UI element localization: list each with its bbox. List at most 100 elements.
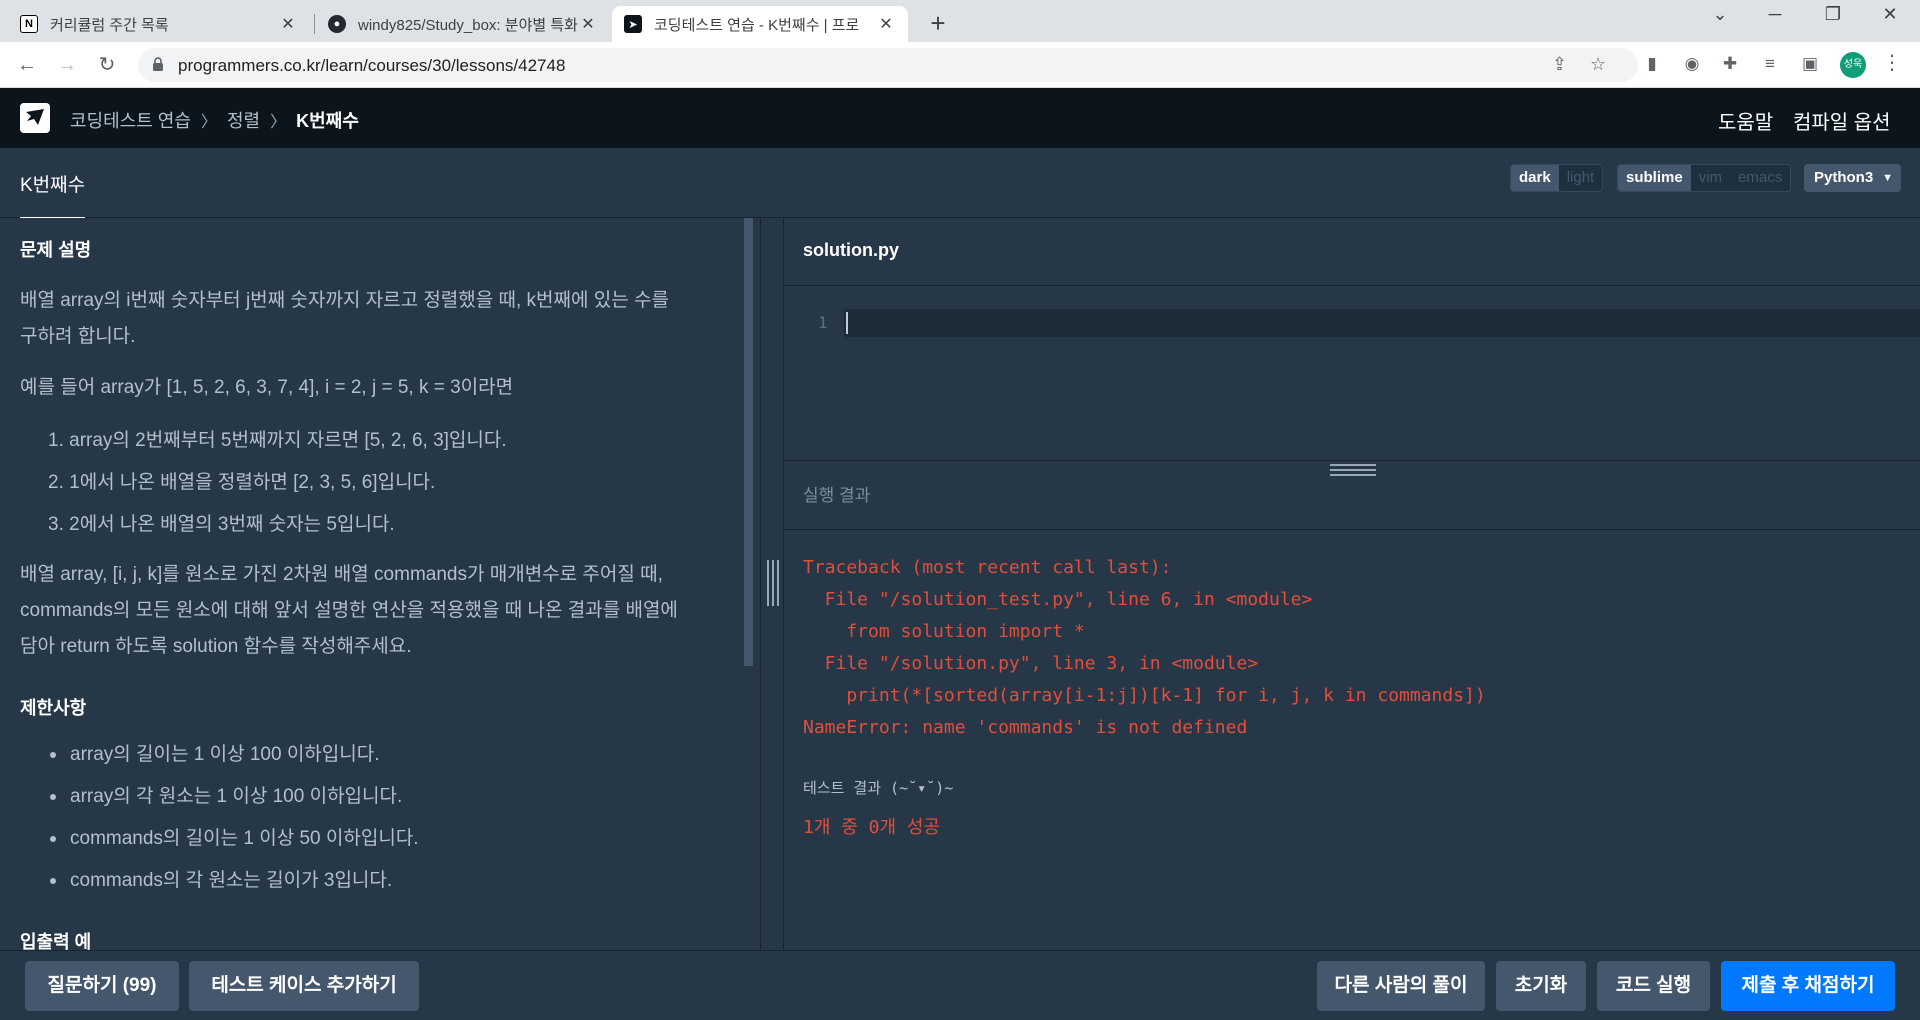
extension-icon[interactable]: ▮ xyxy=(1640,52,1664,76)
keymap-sublime-option[interactable]: sublime xyxy=(1618,165,1691,191)
keymap-vim-option[interactable]: vim xyxy=(1691,165,1730,191)
filename: solution.py xyxy=(803,240,899,260)
test-result-summary: 1개 중 0개 성공 xyxy=(803,817,940,838)
editor-file-header: solution.py xyxy=(784,218,1920,286)
problem-scrollbar[interactable] xyxy=(744,218,753,666)
list-item: 1. array의 2번째부터 5번째까지 자르면 [5, 2, 6, 3]입니… xyxy=(48,430,507,451)
section-heading: 입출력 예 xyxy=(20,932,92,950)
bullet-icon xyxy=(50,752,56,758)
minimize-icon[interactable]: ─ xyxy=(1755,4,1795,25)
traceback-line: File "/solution.py", line 3, in <module> xyxy=(803,653,1259,674)
programmers-logo[interactable] xyxy=(20,103,50,133)
share-icon[interactable]: ⇪ xyxy=(1552,54,1567,75)
code-editor[interactable]: 1 xyxy=(784,287,1920,460)
tab-search-icon[interactable]: ⌄ xyxy=(1700,4,1740,25)
forward-icon[interactable]: → xyxy=(52,50,82,80)
lock-icon xyxy=(153,57,163,71)
resize-handle-icon[interactable] xyxy=(1330,464,1376,476)
github-icon: ● xyxy=(328,15,346,33)
theme-dark-option[interactable]: dark xyxy=(1511,165,1559,191)
task-text: 담아 return 하도록 solution 함수를 작성해주세요. xyxy=(20,636,412,657)
restore-icon[interactable]: ❐ xyxy=(1813,4,1853,25)
list-item: 2. 1에서 나온 배열을 정렬하면 [2, 3, 5, 6]입니다. xyxy=(48,472,436,493)
active-line xyxy=(844,309,1920,337)
bullet-icon xyxy=(50,878,56,884)
browser-tab-programmers[interactable]: ➤ 코딩테스트 연습 - K번째수 | 프로 ✕ xyxy=(612,6,908,42)
list-item: commands의 길이는 1 이상 50 이하입니다. xyxy=(70,828,419,849)
reload-icon[interactable]: ↻ xyxy=(92,50,122,80)
profile-avatar[interactable]: 성욱 xyxy=(1840,52,1866,78)
breadcrumb-item[interactable]: 정렬 xyxy=(227,107,260,133)
extension-icon[interactable]: ◉ xyxy=(1680,52,1704,76)
browser-tab-github[interactable]: ● windy825/Study_box: 분야별 특화 ✕ xyxy=(316,6,610,42)
close-window-icon[interactable]: ✕ xyxy=(1870,4,1910,25)
puzzle-icon[interactable]: ✚ xyxy=(1718,52,1742,76)
close-tab-icon[interactable]: ✕ xyxy=(578,14,598,34)
new-tab-icon[interactable]: + xyxy=(923,8,953,39)
task-text: 배열 array, [i, j, k]를 원소로 가진 2차원 배열 comma… xyxy=(20,564,663,585)
language-select[interactable]: Python3 ▼ xyxy=(1804,164,1901,192)
section-heading: 제한사항 xyxy=(20,698,87,718)
drag-handle-icon[interactable] xyxy=(767,560,779,606)
keymap-toggle: sublime vim emacs xyxy=(1617,164,1792,192)
bookmark-star-icon[interactable]: ☆ xyxy=(1590,54,1606,75)
compile-options-link[interactable]: 컴파일 옵션 xyxy=(1793,106,1891,135)
traceback-line: File "/solution_test.py", line 6, in <mo… xyxy=(803,589,1313,610)
run-code-button[interactable]: 코드 실행 xyxy=(1597,961,1710,1011)
list-item: 3. 2에서 나온 배열의 3번째 숫자는 5입니다. xyxy=(48,514,395,535)
other-solutions-button[interactable]: 다른 사람의 풀이 xyxy=(1317,961,1485,1011)
browser-tab-strip: N 커리큘럼 주간 목록 ✕ ● windy825/Study_box: 분야별… xyxy=(0,0,1920,42)
close-tab-icon[interactable]: ✕ xyxy=(876,14,896,34)
programmers-icon: ➤ xyxy=(624,15,642,33)
tab-lesson[interactable]: K번째수 xyxy=(20,170,86,220)
side-panel-icon[interactable]: ▣ xyxy=(1798,52,1822,76)
chevron-right-icon: 〉 xyxy=(200,114,217,131)
tab-title: 코딩테스트 연습 - K번째수 | 프로 xyxy=(654,16,860,34)
task-text: commands의 모든 원소에 대해 앞서 설명한 연산을 적용했을 때 나온… xyxy=(20,600,678,621)
help-link[interactable]: 도움말 xyxy=(1718,106,1773,135)
list-item: array의 각 원소는 1 이상 100 이하입니다. xyxy=(70,786,403,807)
vertical-splitter[interactable] xyxy=(760,218,784,950)
bullet-icon xyxy=(50,794,56,800)
ask-question-button[interactable]: 질문하기 (99) xyxy=(25,961,179,1011)
list-item: commands의 각 원소는 길이가 3입니다. xyxy=(70,870,393,891)
problem-description-pane[interactable]: 문제 설명 배열 array의 i번째 숫자부터 j번째 숫자까지 자르고 정렬… xyxy=(0,218,760,950)
breadcrumb-item[interactable]: 코딩테스트 연습 xyxy=(70,107,191,133)
browser-toolbar: ← → ↻ programmers.co.kr/learn/courses/30… xyxy=(0,42,1920,88)
app-header: 코딩테스트 연습 〉 정렬 〉 K번째수 도움말 컴파일 옵션 xyxy=(0,88,1920,148)
traceback-line: from solution import * xyxy=(803,621,1085,642)
add-testcase-button[interactable]: 테스트 케이스 추가하기 xyxy=(189,961,419,1011)
bullet-icon xyxy=(50,836,56,842)
close-tab-icon[interactable]: ✕ xyxy=(278,14,298,34)
keymap-emacs-option[interactable]: emacs xyxy=(1730,165,1790,191)
error-message: NameError: name 'commands' is not define… xyxy=(803,717,1248,738)
line-number: 1 xyxy=(818,313,828,332)
divider xyxy=(784,529,1920,530)
language-label: Python3 xyxy=(1814,169,1874,186)
submit-button[interactable]: 제출 후 채점하기 xyxy=(1721,961,1895,1011)
caret-down-icon: ▼ xyxy=(1882,172,1893,184)
address-bar[interactable]: programmers.co.kr/learn/courses/30/lesso… xyxy=(138,48,1638,82)
test-result-label: 테스트 결과 (~˘▾˘)~ xyxy=(803,779,954,797)
tab-divider xyxy=(314,14,315,34)
example-text: 예를 들어 array가 [1, 5, 2, 6, 3, 7, 4], i = … xyxy=(20,377,514,398)
breadcrumb: 코딩테스트 연습 〉 정렬 〉 K번째수 xyxy=(70,107,359,133)
reading-list-icon[interactable]: ≡ xyxy=(1758,52,1782,76)
notion-icon: N xyxy=(20,15,38,33)
traceback-line: Traceback (most recent call last): xyxy=(803,557,1172,578)
text-cursor xyxy=(846,312,848,334)
tab-title: windy825/Study_box: 분야별 특화 xyxy=(358,16,578,34)
browser-tab-curriculum[interactable]: N 커리큘럼 주간 목록 ✕ xyxy=(8,6,310,42)
lesson-toolbar: K번째수 dark light sublime vim emacs Python… xyxy=(0,148,1920,220)
breadcrumb-current: K번째수 xyxy=(296,111,359,131)
tab-title: 커리큘럼 주간 목록 xyxy=(50,16,169,34)
url-text: programmers.co.kr/learn/courses/30/lesso… xyxy=(178,56,566,75)
action-bar: 질문하기 (99) 테스트 케이스 추가하기 다른 사람의 풀이 초기화 코드 … xyxy=(0,950,1920,1020)
code-editor-pane: solution.py 1 xyxy=(784,218,1920,460)
traceback-line: print(*[sorted(array[i-1:j])[k-1] for i,… xyxy=(803,685,1486,706)
browser-menu-icon[interactable]: ⋮ xyxy=(1882,50,1902,75)
theme-light-option[interactable]: light xyxy=(1559,165,1603,191)
reset-button[interactable]: 초기화 xyxy=(1496,961,1586,1011)
back-icon[interactable]: ← xyxy=(12,50,42,80)
list-item: array의 길이는 1 이상 100 이하입니다. xyxy=(70,744,380,765)
